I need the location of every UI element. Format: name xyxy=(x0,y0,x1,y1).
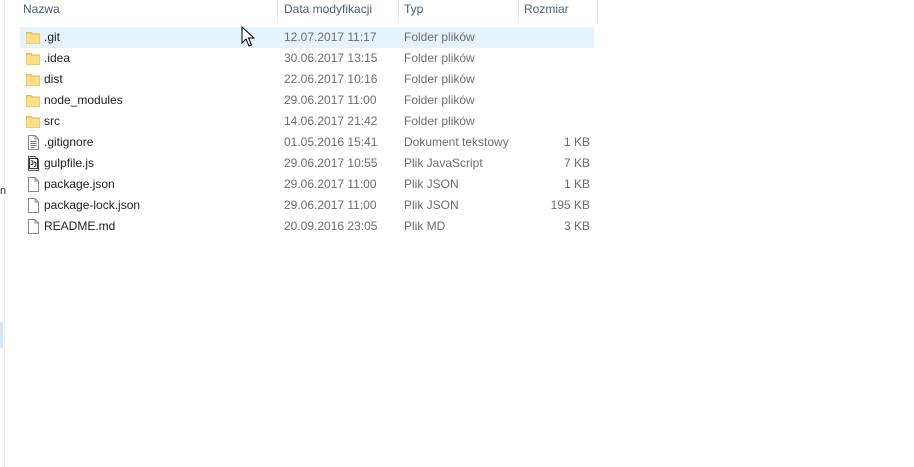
column-header-name[interactable]: Nazwa xyxy=(18,0,278,22)
file-size: 195 KB xyxy=(550,198,590,212)
file-date: 20.09.2016 23:05 xyxy=(284,219,378,233)
file-name: src xyxy=(44,114,60,128)
script-file-icon xyxy=(26,156,40,171)
file-date: 12.07.2017 11:17 xyxy=(284,30,377,44)
file-row[interactable]: src 14.06.2017 21:42 Folder plików xyxy=(20,111,594,132)
file-name: .gitignore xyxy=(44,135,94,149)
file-type: Plik JSON xyxy=(404,198,459,212)
file-type: Plik MD xyxy=(404,219,446,233)
file-icon xyxy=(26,219,40,234)
column-header-size[interactable]: Rozmiar xyxy=(519,0,598,22)
file-name: gulpfile.js xyxy=(44,156,95,170)
file-type: Folder plików xyxy=(404,72,475,86)
file-list: .git 12.07.2017 11:17 Folder plików .idea 30… xyxy=(20,27,594,237)
file-row[interactable]: README.md 20.09.2016 23:05 Plik MD 3 KB xyxy=(20,216,594,237)
file-row[interactable]: gulpfile.js 29.06.2017 10:55 Plik JavaScri… xyxy=(20,153,594,174)
file-size: 1 KB xyxy=(563,177,590,191)
file-row[interactable]: dist 22.06.2017 10:16 Folder plików xyxy=(20,69,594,90)
file-date: 30.06.2017 13:15 xyxy=(284,51,378,65)
column-header-name-label: Nazwa xyxy=(23,2,60,16)
file-name: package.json xyxy=(44,177,115,191)
file-name: README.md xyxy=(44,219,116,233)
file-type: Folder plików xyxy=(404,93,475,107)
column-header-size-label: Rozmiar xyxy=(524,2,569,16)
file-row[interactable]: .git 12.07.2017 11:17 Folder plików xyxy=(20,27,594,48)
column-header-date[interactable]: Data modyfikacji xyxy=(279,0,399,22)
file-name: node_modules xyxy=(44,93,123,107)
folder-icon xyxy=(26,72,40,87)
column-header-date-label: Data modyfikacji xyxy=(284,2,373,16)
file-row[interactable]: package.json 29.06.2017 11:00 Plik JSON 1 K… xyxy=(20,174,594,195)
mouse-cursor-icon xyxy=(241,26,255,47)
file-date: 22.06.2017 10:16 xyxy=(284,72,378,86)
file-row[interactable]: .gitignore 01.05.2016 15:41 Dokument tekst… xyxy=(20,132,594,153)
file-row[interactable]: .idea 30.06.2017 13:15 Folder plików xyxy=(20,48,594,69)
file-type: Dokument tekstowy xyxy=(404,135,509,149)
file-type: Plik JavaScript xyxy=(404,156,483,170)
file-name: .idea xyxy=(44,51,71,65)
file-type: Folder plików xyxy=(404,114,475,128)
file-size: 7 KB xyxy=(563,156,590,170)
text-file-icon xyxy=(26,135,40,150)
column-header-type-label: Typ xyxy=(404,2,424,16)
file-icon xyxy=(26,177,40,192)
file-name: dist xyxy=(44,72,63,86)
file-date: 29.06.2017 11:00 xyxy=(284,177,377,191)
folder-icon xyxy=(26,51,40,66)
column-header-type[interactable]: Typ xyxy=(399,0,519,22)
file-name: .git xyxy=(44,30,61,44)
navigation-pane-edge[interactable] xyxy=(0,0,5,467)
file-date: 29.06.2017 10:55 xyxy=(284,156,378,170)
file-date: 14.06.2017 21:42 xyxy=(284,114,378,128)
folder-icon xyxy=(26,93,40,108)
file-name: package-lock.json xyxy=(44,198,141,212)
file-row[interactable]: node_modules 29.06.2017 11:00 Folder plikó… xyxy=(20,90,594,111)
folder-icon xyxy=(26,30,40,45)
file-date: 29.06.2017 11:00 xyxy=(284,93,377,107)
file-size: 3 KB xyxy=(563,219,590,233)
file-size: 1 KB xyxy=(563,135,590,149)
folder-icon xyxy=(26,114,40,129)
navigation-pane-selection-fragment[interactable] xyxy=(0,322,3,348)
column-divider[interactable] xyxy=(597,0,598,22)
navigation-pane-text-fragment[interactable]: n xyxy=(0,185,6,197)
file-type: Plik JSON xyxy=(404,177,459,191)
file-date: 01.05.2016 15:41 xyxy=(284,135,378,149)
file-type: Folder plików xyxy=(404,30,475,44)
column-divider[interactable] xyxy=(277,0,278,22)
column-header: Nazwa Data modyfikacji Typ Rozmiar xyxy=(18,0,598,22)
file-date: 29.06.2017 11:00 xyxy=(284,198,377,212)
file-icon xyxy=(26,198,40,213)
file-type: Folder plików xyxy=(404,51,475,65)
file-explorer: n Nazwa Data modyfikacji Typ Rozmiar .gi… xyxy=(0,0,914,467)
file-row[interactable]: package-lock.json 29.06.2017 11:00 Plik JS… xyxy=(20,195,594,216)
